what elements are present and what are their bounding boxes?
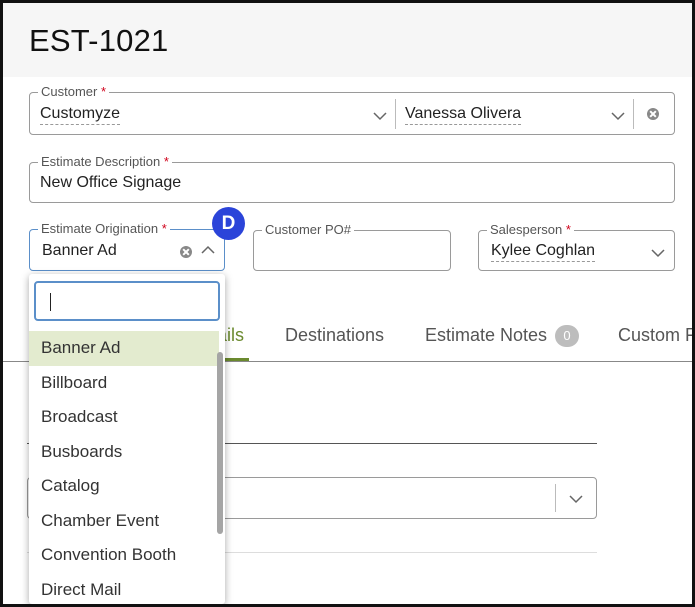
field-divider xyxy=(633,99,634,129)
customer-contact-value[interactable]: Vanessa Olivera xyxy=(405,105,522,125)
estimate-origination-label: Estimate Origination * xyxy=(38,222,170,236)
estimate-origination-value: Banner Ad xyxy=(42,242,117,259)
estimate-description-field[interactable]: Estimate Description * New Office Signag… xyxy=(29,155,675,203)
dropdown-option[interactable]: Banner Ad xyxy=(29,331,219,366)
salesperson-label: Salesperson * xyxy=(487,223,574,237)
tab-estimate-notes-label: Estimate Notes xyxy=(425,325,548,345)
field-divider xyxy=(555,484,556,512)
salesperson-field[interactable]: Salesperson * Kylee Coghlan xyxy=(478,223,675,271)
tab-destinations[interactable]: Destinations xyxy=(285,325,384,346)
chevron-down-icon[interactable] xyxy=(650,245,666,261)
field-divider xyxy=(395,99,396,129)
notes-count-badge: 0 xyxy=(555,325,580,347)
dropdown-option[interactable]: Catalog xyxy=(29,469,219,504)
chevron-up-icon[interactable] xyxy=(200,242,216,258)
customer-value: Customyze xyxy=(40,105,121,125)
dropdown-search-input[interactable] xyxy=(34,281,220,321)
dropdown-option[interactable]: Billboard xyxy=(29,366,219,401)
clear-icon[interactable] xyxy=(180,246,192,258)
estimate-description-value: New Office Signage xyxy=(40,174,182,191)
dropdown-option[interactable]: Chamber Event xyxy=(29,504,219,539)
dropdown-options: Banner Ad Billboard Broadcast Busboards … xyxy=(29,331,219,604)
chevron-down-icon[interactable] xyxy=(372,108,388,124)
tab-custom-fields[interactable]: Custom F xyxy=(618,325,692,346)
chevron-down-icon[interactable] xyxy=(610,108,626,124)
tab-estimate-notes[interactable]: Estimate Notes 0 xyxy=(425,325,580,347)
salesperson-value: Kylee Coghlan xyxy=(491,242,596,262)
estimate-description-label: Estimate Description * xyxy=(38,155,172,169)
estimate-origination-field[interactable]: Estimate Origination * Banner Ad xyxy=(29,222,225,271)
dropdown-option[interactable]: Convention Booth xyxy=(29,538,219,573)
clear-icon[interactable] xyxy=(647,108,659,120)
customer-label: Customer * xyxy=(38,85,110,99)
dropdown-scrollbar[interactable] xyxy=(217,352,223,534)
step-badge: D xyxy=(212,207,245,240)
origination-dropdown: Banner Ad Billboard Broadcast Busboards … xyxy=(29,274,225,604)
customer-po-field[interactable]: Customer PO# xyxy=(253,223,451,271)
customer-field[interactable]: Customer * Customyze Vanessa Olivera xyxy=(29,85,675,135)
dropdown-option[interactable]: Direct Mail xyxy=(29,573,219,605)
text-caret xyxy=(50,293,51,311)
estimate-window: EST-1021 Customer * Customyze Vanessa Ol… xyxy=(0,0,695,607)
chevron-down-icon[interactable] xyxy=(568,491,584,507)
dropdown-option[interactable]: Broadcast xyxy=(29,400,219,435)
page-title: EST-1021 xyxy=(29,23,169,58)
customer-po-label: Customer PO# xyxy=(262,223,354,237)
dropdown-option[interactable]: Busboards xyxy=(29,435,219,470)
